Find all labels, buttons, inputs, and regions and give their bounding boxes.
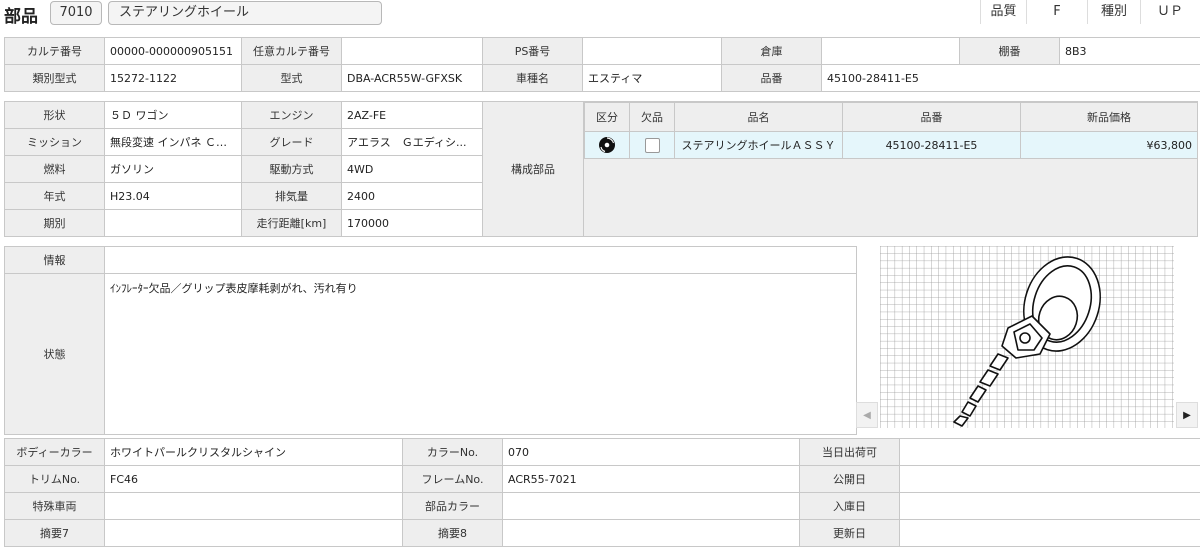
shelf-label: 棚番: [959, 37, 1060, 65]
drive-label: 駆動方式: [241, 155, 342, 183]
displacement-value: 2400: [341, 182, 483, 210]
shape-value: ５Ｄ ワゴン: [104, 101, 242, 129]
karte-value: 00000-000000905151: [104, 37, 242, 65]
parts-table: 区分 欠品 品名 品番 新品価格 ステアリングホイールＡＳＳＹ 45100-28…: [584, 102, 1198, 159]
mission-value: 無段変速 インパネ ＣＶＴ: [104, 128, 242, 156]
note8-label: 摘要8: [402, 519, 503, 547]
frame-value: ACR55-7021: [502, 465, 800, 493]
today-ship-value: [899, 438, 1200, 466]
arrival-value: [899, 492, 1200, 520]
quality-value: F: [1026, 0, 1087, 24]
type-label: 種別: [1087, 0, 1140, 24]
vehicle-info-table: カルテ番号 00000-000000905151 任意カルテ番号 PS番号 倉庫…: [4, 37, 1200, 92]
today-ship-label: 当日出荷可: [799, 438, 900, 466]
note8-value: [502, 519, 800, 547]
components-label: 構成部品: [482, 101, 584, 237]
year-value: H23.04: [104, 182, 242, 210]
public-label: 公開日: [799, 465, 900, 493]
part-color-label: 部品カラー: [402, 492, 503, 520]
col-name: 品名: [674, 102, 843, 132]
grade-label: グレード: [241, 128, 342, 156]
info-value: [104, 246, 857, 274]
steering-wheel-diagram: [880, 246, 1174, 428]
grade-value: アエラス Ｇエディシ...: [341, 128, 483, 156]
year-label: 年式: [4, 182, 105, 210]
quality-label: 品質: [980, 0, 1026, 24]
info-label: 情報: [4, 246, 105, 274]
updated-label: 更新日: [799, 519, 900, 547]
car-value: エスティマ: [582, 64, 722, 92]
col-missing: 欠品: [629, 102, 675, 132]
period-label: 期別: [4, 209, 105, 237]
prev-image-button[interactable]: ◀: [856, 402, 878, 428]
ps-label: PS番号: [482, 37, 583, 65]
missing-cell: [629, 131, 675, 159]
price-cell: ¥63,800: [1020, 131, 1198, 159]
frame-label: フレームNo.: [402, 465, 503, 493]
engine-label: エンジン: [241, 101, 342, 129]
page-title: 部品: [4, 7, 38, 27]
chevron-left-icon: ◀: [863, 410, 871, 421]
header-right: 品質 F 種別 ＵＰ: [980, 0, 1200, 24]
mileage-value: 170000: [341, 209, 483, 237]
body-color-label: ボディーカラー: [4, 438, 105, 466]
color-no-label: カラーNo.: [402, 438, 503, 466]
col-number: 品番: [842, 102, 1021, 132]
arrival-label: 入庫日: [799, 492, 900, 520]
info-table: 情報 状態 ｲﾝﾌﾚｰﾀｰ欠品／グリップ表皮摩耗剥がれ、汚れ有り: [4, 246, 857, 435]
public-value: [899, 465, 1200, 493]
part-color-value: [502, 492, 800, 520]
note7-label: 摘要7: [4, 519, 105, 547]
type-value: ＵＰ: [1140, 0, 1199, 24]
updated-value: [899, 519, 1200, 547]
note7-value: [104, 519, 403, 547]
fuel-value: ガソリン: [104, 155, 242, 183]
class-value: 15272-1122: [104, 64, 242, 92]
model-label: 型式: [241, 64, 342, 92]
displacement-label: 排気量: [241, 182, 342, 210]
next-image-button[interactable]: ▶: [1176, 402, 1198, 428]
part-image-viewer: ◀ ▶: [856, 246, 1198, 430]
trim-label: トリムNo.: [4, 465, 105, 493]
bottom-table: ボディーカラー ホワイトパールクリスタルシャイン カラーNo. 070 当日出荷…: [4, 438, 1200, 547]
any-karte-value: [341, 37, 483, 65]
checkbox-icon[interactable]: [644, 137, 660, 153]
model-value: DBA-ACR55W-GFXSK: [341, 64, 483, 92]
body-color-value: ホワイトパールクリスタルシャイン: [104, 438, 403, 466]
partno-label: 品番: [721, 64, 822, 92]
any-karte-label: 任意カルテ番号: [241, 37, 342, 65]
part-name-cell: ステアリングホイールＡＳＳＹ: [674, 131, 843, 159]
trim-value: FC46: [104, 465, 403, 493]
part-name-field[interactable]: ステアリングホイール: [108, 1, 382, 25]
disc-icon: [599, 137, 615, 153]
mission-label: ミッション: [4, 128, 105, 156]
color-no-value: 070: [502, 438, 800, 466]
shelf-value: 8B3: [1059, 37, 1200, 65]
chevron-right-icon: ▶: [1183, 410, 1191, 421]
class-label: 類別型式: [4, 64, 105, 92]
mileage-label: 走行距離[km]: [241, 209, 342, 237]
state-label: 状態: [4, 273, 105, 435]
drive-value: 4WD: [341, 155, 483, 183]
car-label: 車種名: [482, 64, 583, 92]
state-value: ｲﾝﾌﾚｰﾀｰ欠品／グリップ表皮摩耗剥がれ、汚れ有り: [104, 273, 857, 435]
shape-label: 形状: [4, 101, 105, 129]
part-number-cell: 45100-28411-E5: [842, 131, 1021, 159]
warehouse-value: [821, 37, 960, 65]
period-value: [104, 209, 242, 237]
ps-value: [582, 37, 722, 65]
warehouse-label: 倉庫: [721, 37, 822, 65]
special-label: 特殊車両: [4, 492, 105, 520]
part-code-field[interactable]: 7010: [50, 1, 102, 25]
fuel-label: 燃料: [4, 155, 105, 183]
spec-table: 形状 ５Ｄ ワゴン エンジン 2AZ-FE 構成部品 ミッション 無段変速 イン…: [4, 101, 584, 237]
partno-value: 45100-28411-E5: [821, 64, 1200, 92]
special-value: [104, 492, 403, 520]
table-row[interactable]: ステアリングホイールＡＳＳＹ 45100-28411-E5 ¥63,800: [584, 131, 1198, 159]
engine-value: 2AZ-FE: [341, 101, 483, 129]
karte-label: カルテ番号: [4, 37, 105, 65]
category-cell: [584, 131, 630, 159]
col-category: 区分: [584, 102, 630, 132]
col-price: 新品価格: [1020, 102, 1198, 132]
